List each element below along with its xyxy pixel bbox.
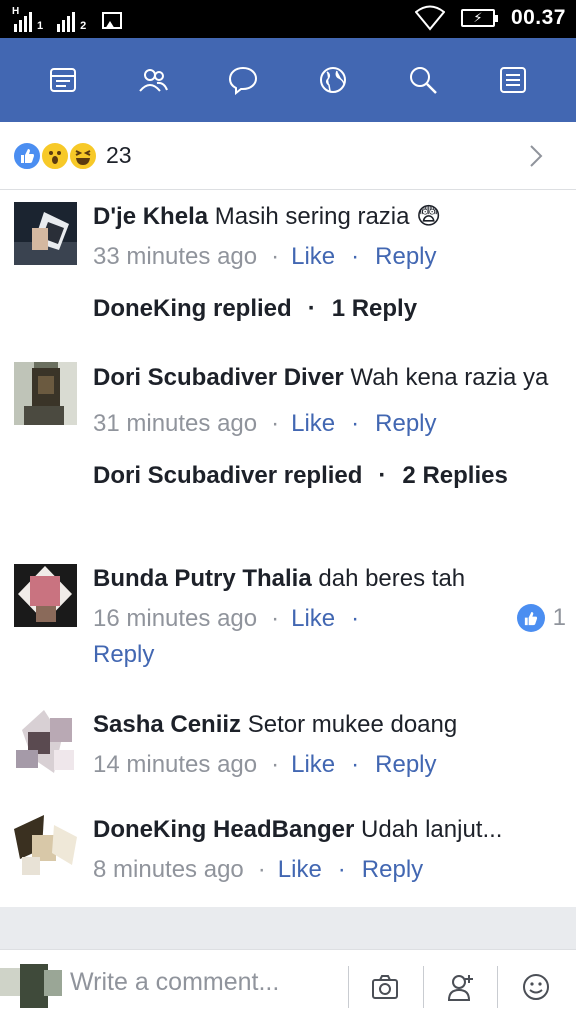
like-count-value: 1 (552, 604, 566, 631)
comment-composer: Write a comment... (0, 949, 576, 1024)
comment-author[interactable]: DoneKing HeadBanger (93, 816, 354, 843)
comment-time: 14 minutes ago (93, 751, 258, 778)
like-icon (12, 140, 42, 171)
like-link[interactable]: Like (278, 856, 322, 883)
reactions-summary[interactable]: 23 (0, 122, 576, 190)
comment-text: Wah kena razia ya (343, 364, 549, 391)
sim1-label: 1 (37, 20, 44, 32)
comment-text: dah beres tah (311, 565, 466, 592)
reply-count: 1 Reply (331, 295, 418, 322)
comment-time: 33 minutes ago (93, 243, 258, 270)
comment-text: Setor mukee doang (241, 711, 458, 738)
comment-time: 16 minutes ago (93, 605, 258, 632)
reply-link[interactable]: Reply (375, 751, 436, 778)
reaction-count: 23 (106, 142, 132, 168)
signal-sim1-icon: H 1 (12, 6, 44, 32)
signal-sim2-icon: 2 (57, 10, 86, 32)
avatar[interactable] (14, 362, 77, 425)
gallery-notification-icon (102, 12, 123, 29)
replied-by: Dori Scubadiver replied (93, 462, 363, 489)
messenger-icon[interactable] (221, 58, 265, 102)
reply-count: 2 Replies (402, 462, 508, 489)
sim2-label: 2 (80, 20, 87, 32)
view-replies[interactable]: Dori Scubadiver replied · 2 Replies (93, 462, 562, 490)
top-nav-bar (0, 38, 576, 122)
battery-charging-icon: ⚡ (460, 9, 498, 27)
emoji-icon[interactable] (519, 970, 553, 1004)
reply-link[interactable]: Reply (362, 856, 423, 883)
comment-author[interactable]: Dori Scubadiver Diver (93, 364, 344, 391)
avatar[interactable] (14, 710, 77, 773)
friends-icon[interactable] (131, 58, 175, 102)
camera-icon[interactable] (368, 970, 402, 1004)
wow-icon (40, 140, 70, 171)
network-type-label: H (12, 6, 20, 17)
avatar[interactable] (14, 202, 77, 265)
comment-time: 31 minutes ago (93, 410, 258, 437)
search-icon[interactable] (401, 58, 445, 102)
replied-by: DoneKing replied (93, 295, 292, 322)
like-icon (516, 604, 545, 632)
chevron-right-icon[interactable] (526, 142, 546, 170)
comment-author[interactable]: D'je Khela (93, 203, 208, 230)
avatar[interactable] (14, 815, 77, 878)
wifi-icon (414, 5, 445, 31)
like-link[interactable]: Like (291, 751, 335, 778)
reply-link[interactable]: Reply (93, 641, 154, 668)
view-replies[interactable]: DoneKing replied · 1 Reply (93, 295, 562, 323)
reply-link[interactable]: Reply (375, 243, 436, 270)
tag-friend-icon[interactable] (444, 970, 478, 1004)
status-bar: H 1 2 ⚡ 00.37 (0, 0, 576, 38)
comment-text: Udah lanjut... (354, 816, 503, 843)
menu-icon[interactable] (491, 58, 535, 102)
avatar (0, 964, 62, 1008)
comment-text: Masih sering razia 😨 (208, 203, 442, 230)
section-separator (0, 907, 576, 949)
comment-author[interactable]: Bunda Putry Thalia (93, 565, 312, 592)
avatar[interactable] (14, 564, 77, 627)
like-link[interactable]: Like (291, 410, 335, 437)
haha-icon (68, 140, 98, 171)
reply-link[interactable]: Reply (375, 410, 436, 437)
comment-input[interactable]: Write a comment... (70, 968, 279, 997)
like-link[interactable]: Like (291, 243, 335, 270)
globe-icon[interactable] (311, 58, 355, 102)
comment-time: 8 minutes ago (93, 856, 244, 883)
comment-like-count[interactable]: 1 (516, 604, 566, 632)
like-link[interactable]: Like (291, 605, 335, 632)
comment-author[interactable]: Sasha Ceniiz (93, 711, 241, 738)
status-time: 00.37 (510, 6, 566, 29)
news-feed-icon[interactable] (41, 58, 85, 102)
